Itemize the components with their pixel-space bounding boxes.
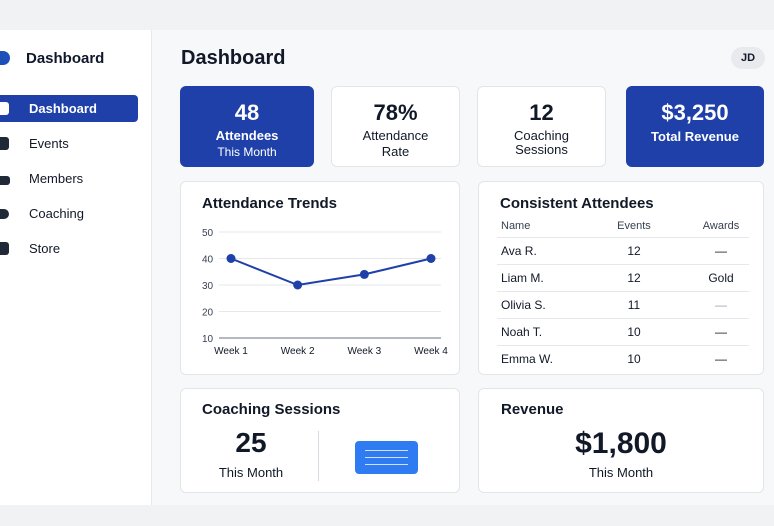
brand-title: Dashboard xyxy=(26,50,105,67)
page-title: Dashboard xyxy=(181,47,286,69)
icon-line xyxy=(365,457,408,458)
cell-name: Emma W. xyxy=(501,352,554,366)
window-bottom-edge xyxy=(0,505,774,526)
cell-events: 12 xyxy=(627,244,641,258)
consistent-attendees-card: Consistent Attendees Name Events Awards … xyxy=(478,181,764,375)
coaching-sessions-card: Coaching Sessions 25 This Month xyxy=(180,388,460,493)
cell-events: 11 xyxy=(627,298,641,312)
stat-value: 78% xyxy=(373,100,418,125)
table-row[interactable]: Ava R. 12 — xyxy=(497,238,749,265)
table-row[interactable]: Noah T. 10 — xyxy=(497,319,749,346)
y-tick-label: 30 xyxy=(202,281,214,292)
stat-card-attendees[interactable]: 48 Attendees This Month xyxy=(180,86,314,167)
divider xyxy=(318,431,319,481)
cell-events: 10 xyxy=(627,352,641,366)
sidebar-item-label: Members xyxy=(29,171,84,186)
table-header: Name Events Awards xyxy=(497,218,749,238)
card-title: Revenue xyxy=(501,401,564,418)
stat-card-attendance-rate[interactable]: 78% Attendance Rate xyxy=(331,86,460,167)
stat-value: 48 xyxy=(234,100,260,125)
cell-awards: Gold xyxy=(708,271,734,285)
coaching-value: 25 xyxy=(235,427,267,458)
attendance-trend-chart: 10 20 30 40 50 Week 1 Week 2 Week 3 Week 4 xyxy=(202,228,448,357)
card-title: Consistent Attendees xyxy=(500,195,654,212)
cell-events: 12 xyxy=(627,271,641,285)
table-row[interactable]: Olivia S. 11 — xyxy=(497,292,749,319)
sidebar-nav: Dashboard Events Members Coaching Store xyxy=(0,95,152,270)
icon-line xyxy=(365,464,408,465)
user-icon xyxy=(0,176,10,185)
stat-label: Attendees xyxy=(215,128,279,143)
table-row[interactable]: Liam M. 12 Gold xyxy=(497,265,749,292)
sidebar-item-store[interactable]: Store xyxy=(0,235,138,262)
x-tick-label: Week 1 xyxy=(214,346,248,357)
data-point[interactable] xyxy=(226,254,236,263)
card-title: Attendance Trends xyxy=(202,195,338,212)
revenue-value: $1,800 xyxy=(575,427,667,460)
table-row[interactable]: Emma W. 10 — xyxy=(497,346,749,373)
cell-awards: — xyxy=(715,325,727,339)
revenue-card: Revenue $1,800 This Month xyxy=(478,388,764,493)
cell-name: Ava R. xyxy=(501,244,537,258)
sidebar-item-label: Dashboard xyxy=(29,101,97,116)
column-header-name: Name xyxy=(501,220,531,232)
avatar[interactable]: JD xyxy=(731,47,765,69)
x-tick-label: Week 4 xyxy=(414,346,448,357)
sidebar-item-coaching[interactable]: Coaching xyxy=(0,200,138,227)
stat-value: 12 xyxy=(529,100,554,125)
stat-sub: Sessions xyxy=(515,142,568,157)
sidebar-item-dashboard[interactable]: Dashboard xyxy=(0,95,138,122)
y-tick-label: 10 xyxy=(202,334,214,345)
x-tick-label: Week 2 xyxy=(281,346,315,357)
sidebar-item-events[interactable]: Events xyxy=(0,130,138,157)
app-root: Dashboard Dashboard Events Members Coach… xyxy=(0,0,774,526)
brand: Dashboard xyxy=(0,48,152,68)
attendees-table: Name Events Awards Ava R. 12 — Liam M. 1… xyxy=(497,218,749,373)
cell-name: Liam M. xyxy=(501,271,544,285)
icon-line xyxy=(365,450,408,451)
data-point[interactable] xyxy=(426,254,436,263)
coaching-icon xyxy=(0,209,9,219)
y-tick-label: 40 xyxy=(202,255,214,266)
card-title: Coaching Sessions xyxy=(202,401,341,418)
cell-awards: — xyxy=(715,352,727,366)
revenue-sub: This Month xyxy=(588,465,654,480)
sessions-list-icon[interactable] xyxy=(355,441,418,474)
coaching-sub: This Month xyxy=(218,465,284,480)
column-header-awards: Awards xyxy=(702,220,740,232)
attendance-trends-card: Attendance Trends 10 20 30 40 50 Week 1 Week 2… xyxy=(180,181,460,375)
brand-logo-icon xyxy=(0,51,10,65)
stat-card-total-revenue[interactable]: $3,250 Total Revenue xyxy=(626,86,764,167)
stat-value: $3,250 xyxy=(661,100,729,125)
cell-name: Olivia S. xyxy=(501,298,546,312)
y-tick-label: 20 xyxy=(202,308,214,319)
calendar-icon xyxy=(0,137,9,150)
stat-sub: Rate xyxy=(381,144,410,159)
stat-label: Total Revenue xyxy=(651,129,739,144)
series-line xyxy=(230,257,432,287)
cell-name: Noah T. xyxy=(501,325,543,339)
cell-awards: — xyxy=(715,298,727,312)
x-tick-label: Week 3 xyxy=(347,346,381,357)
data-point[interactable] xyxy=(293,280,303,290)
data-point[interactable] xyxy=(359,269,369,279)
stat-label: Attendance xyxy=(362,128,429,143)
stat-sub: This Month xyxy=(217,145,277,159)
stat-card-coaching-sessions[interactable]: 12 Coaching Sessions xyxy=(477,86,606,167)
sidebar-item-label: Events xyxy=(29,136,69,151)
y-tick-label: 50 xyxy=(202,228,214,239)
dashboard-icon xyxy=(0,102,9,115)
cell-events: 10 xyxy=(627,325,641,339)
cell-awards: — xyxy=(715,244,727,258)
sidebar-item-label: Store xyxy=(29,241,61,256)
sidebar-item-members[interactable]: Members xyxy=(0,165,138,192)
column-header-events: Events xyxy=(617,220,651,232)
store-icon xyxy=(0,242,9,255)
sidebar: Dashboard Dashboard Events Members Coach… xyxy=(0,30,152,505)
sidebar-item-label: Coaching xyxy=(29,206,84,221)
